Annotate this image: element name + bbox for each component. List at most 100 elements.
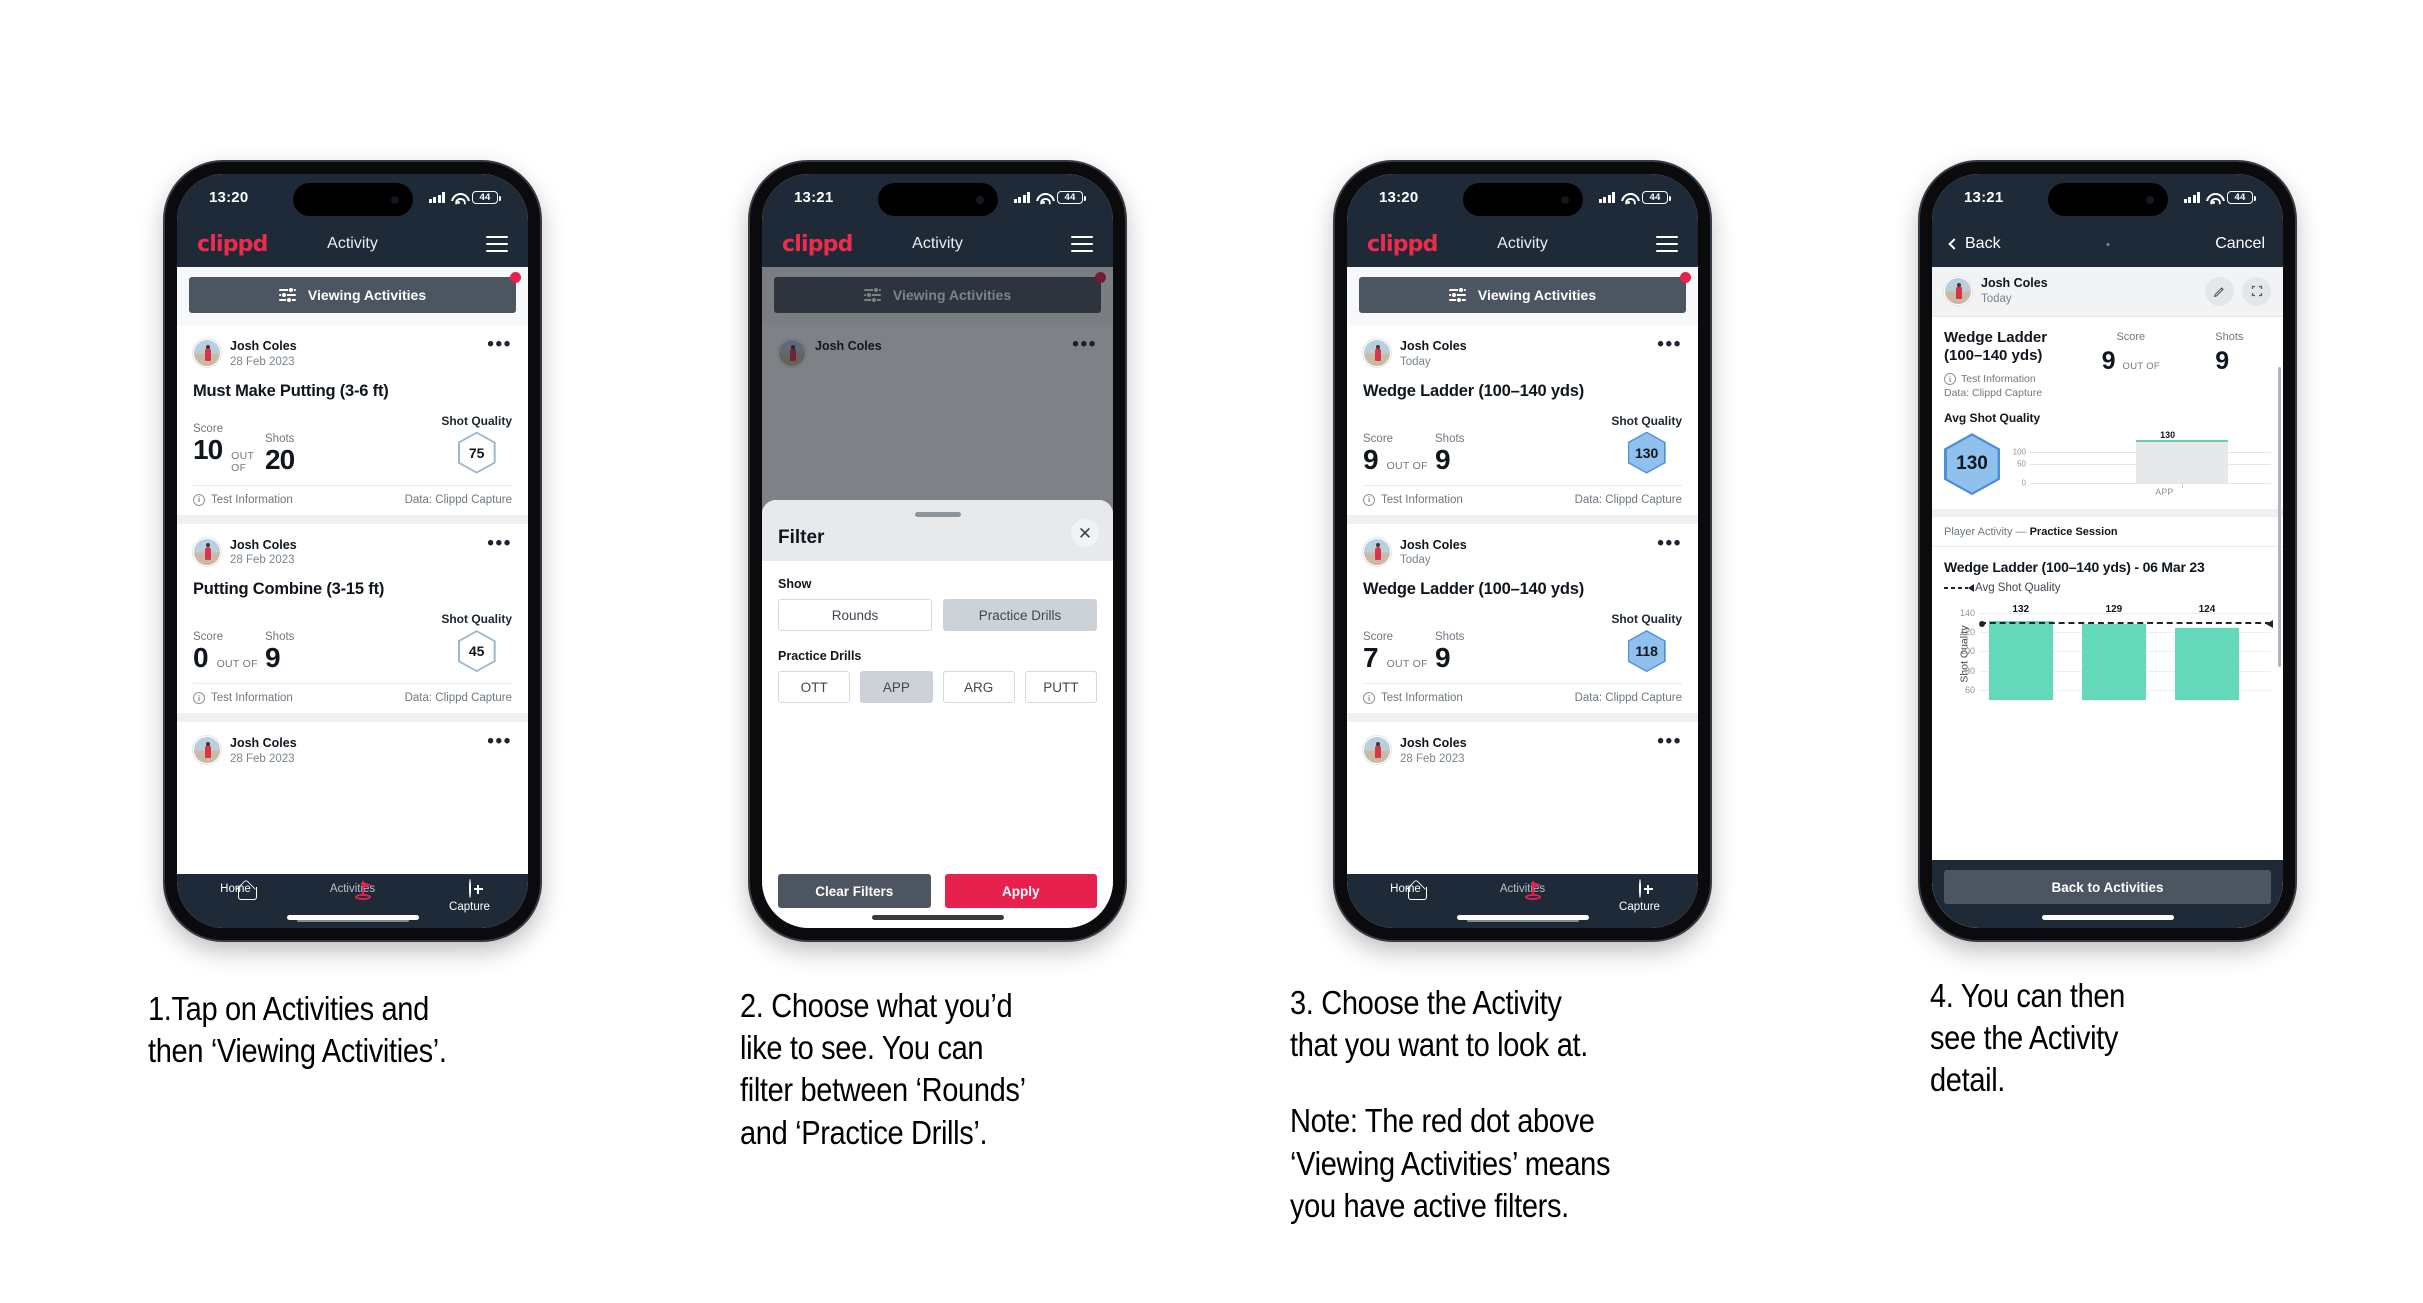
- user-name: Josh Coles: [1400, 339, 1467, 353]
- activity-card[interactable]: Josh Coles 28 Feb 2023 ••• Must Make Put…: [177, 325, 528, 515]
- phone-3: 13:20 44 clippd Activity Viewing Activit…: [1335, 162, 1710, 940]
- mini-ytick-50: 50: [2017, 459, 2026, 469]
- shot-quality-hexagon: 130: [1627, 431, 1666, 474]
- activity-card-partial[interactable]: Josh Coles 28 Feb 2023 •••: [1347, 722, 1698, 767]
- info-icon[interactable]: i: [193, 493, 205, 506]
- tab-activities[interactable]: Activities: [294, 880, 411, 900]
- close-icon[interactable]: ✕: [1071, 519, 1099, 547]
- card-overflow-menu-icon[interactable]: •••: [1657, 533, 1682, 553]
- score-column: Score 9 OUT OF: [1363, 433, 1435, 474]
- scrollbar[interactable]: [2278, 367, 2281, 667]
- test-information-label: Test Information: [1961, 373, 2036, 386]
- hamburger-icon[interactable]: [1656, 236, 1678, 252]
- wifi-icon: [1621, 192, 1636, 204]
- data-source-label: Data: Clippd Capture: [404, 493, 512, 506]
- phone-4-screen: 13:21 44 Back Cancel Josh Coles Today We…: [1932, 174, 2283, 928]
- section-divider: [1932, 509, 2283, 518]
- nav-center-dot: [2106, 242, 2109, 246]
- caption-3-line-2: that you want to look at.: [1290, 1026, 1588, 1064]
- activity-card-partial[interactable]: Josh Coles 28 Feb 2023 •••: [177, 722, 528, 767]
- shots-label: Shots: [1435, 631, 1465, 644]
- show-option-rounds[interactable]: Rounds: [778, 599, 932, 631]
- wifi-icon: [1036, 192, 1051, 204]
- activity-detail[interactable]: Josh Coles Today Wedge Ladder (100–140 y…: [1932, 267, 2283, 928]
- pencil-icon[interactable]: [2205, 276, 2234, 306]
- plus-circle-icon: [468, 879, 471, 898]
- activity-date: 28 Feb 2023: [230, 752, 295, 765]
- clippd-logo[interactable]: clippd: [1367, 232, 1438, 257]
- user-name: Josh Coles: [230, 736, 297, 751]
- shots-value: 9: [1435, 443, 1451, 475]
- score-value: 9: [1363, 443, 1379, 475]
- info-icon[interactable]: i: [193, 692, 205, 705]
- test-information-label: Test Information: [1381, 493, 1463, 506]
- activity-card[interactable]: Josh Coles 28 Feb 2023 ••• Putting Combi…: [177, 523, 528, 714]
- card-overflow-menu-icon[interactable]: •••: [1657, 335, 1682, 355]
- sheet-grabber[interactable]: [914, 512, 961, 517]
- hamburger-icon[interactable]: [1071, 236, 1093, 252]
- viewing-activities-button[interactable]: Viewing Activities: [189, 272, 521, 313]
- drill-option-ott[interactable]: OTT: [778, 671, 851, 703]
- caption-1-line-2: then ‘Viewing Activities’.: [148, 1032, 447, 1070]
- viewing-activities-button[interactable]: Viewing Activities: [1359, 272, 1691, 313]
- detail-scores: Score 9 OUT OF Shots 9: [2074, 329, 2271, 374]
- tab-home[interactable]: Home: [1347, 880, 1464, 895]
- shot-quality-label: Shot Quality: [1611, 413, 1682, 428]
- tab-home[interactable]: Home: [177, 880, 294, 895]
- show-option-practice-drills[interactable]: Practice Drills: [943, 599, 1097, 631]
- apply-button[interactable]: Apply: [944, 874, 1097, 908]
- dynamic-island: [877, 183, 998, 216]
- card-overflow-menu-icon[interactable]: •••: [487, 335, 512, 355]
- tab-capture-label: Capture: [449, 901, 490, 913]
- activity-card[interactable]: Josh Coles Today ••• Wedge Ladder (100–1…: [1347, 325, 1698, 515]
- score-value: 10: [193, 433, 223, 465]
- drill-option-app[interactable]: APP: [860, 671, 933, 703]
- chart-bar-label-2: 129: [2105, 604, 2123, 616]
- status-time: 13:20: [1379, 189, 1419, 206]
- phone-3-screen: 13:20 44 clippd Activity Viewing Activit…: [1347, 174, 1698, 928]
- back-to-activities-button[interactable]: Back to Activities: [1944, 870, 2271, 904]
- caption-2-line-1: 2. Choose what you’d: [740, 987, 1013, 1024]
- info-icon[interactable]: i: [1363, 692, 1375, 705]
- avatar: [1363, 339, 1391, 367]
- home-indicator: [871, 915, 1004, 920]
- card-metrics: Score 0 OUT OF Shots 9 Shot Quality 45: [193, 612, 512, 683]
- clippd-logo[interactable]: clippd: [782, 232, 853, 257]
- info-icon[interactable]: i: [1363, 493, 1375, 506]
- sliders-icon: [278, 286, 296, 304]
- activity-card[interactable]: Josh Coles Today ••• Wedge Ladder (100–1…: [1347, 523, 1698, 714]
- activity-date: 28 Feb 2023: [1400, 752, 1465, 765]
- card-overflow-menu-icon[interactable]: •••: [1657, 732, 1682, 752]
- battery-icon: 44: [1057, 191, 1086, 204]
- activity-title: Wedge Ladder (100–140 yds): [1363, 580, 1585, 599]
- activity-list[interactable]: Viewing Activities Josh Coles Today ••• …: [1347, 267, 1698, 874]
- shot-quality-value: 118: [1629, 631, 1665, 671]
- activity-list[interactable]: Viewing Activities Josh Coles 28 Feb 202…: [177, 267, 528, 874]
- back-button[interactable]: Back: [1948, 235, 2001, 253]
- out-of-label: OUT OF: [231, 449, 255, 474]
- fullscreen-icon[interactable]: [2242, 276, 2271, 306]
- caption-4-line-2: see the Activity: [1930, 1019, 2119, 1057]
- card-overflow-menu-icon[interactable]: •••: [487, 732, 512, 752]
- shot-quality-hexagon: 75: [457, 431, 496, 474]
- hamburger-icon[interactable]: [486, 236, 508, 252]
- tab-capture[interactable]: Capture: [1581, 879, 1698, 913]
- info-icon[interactable]: i: [1944, 373, 1956, 386]
- data-source-label: Data: Clippd Capture: [1574, 493, 1682, 506]
- card-divider: [177, 713, 528, 723]
- clippd-logo[interactable]: clippd: [197, 232, 268, 257]
- drill-option-arg[interactable]: ARG: [942, 671, 1015, 703]
- tab-activities[interactable]: Activities: [1464, 880, 1581, 900]
- legend-label: Avg Shot Quality: [1975, 582, 2061, 595]
- card-overflow-menu-icon[interactable]: •••: [487, 533, 512, 553]
- battery-level: 44: [1649, 191, 1661, 203]
- tab-capture[interactable]: Capture: [411, 879, 528, 913]
- drill-option-putt[interactable]: PUTT: [1024, 671, 1097, 703]
- data-source-label: Data: Clippd Capture: [404, 692, 512, 705]
- cancel-button[interactable]: Cancel: [2215, 235, 2265, 253]
- card-metrics: Score 9 OUT OF Shots 9 Shot Quality 130: [1363, 414, 1682, 485]
- clear-filters-button[interactable]: Clear Filters: [778, 874, 931, 908]
- shot-quality-label: Shot Quality: [441, 612, 512, 627]
- drill-options: OTT APP ARG PUTT: [778, 671, 1097, 703]
- chart-title: Wedge Ladder (100–140 yds) - 06 Mar 23: [1944, 559, 2205, 576]
